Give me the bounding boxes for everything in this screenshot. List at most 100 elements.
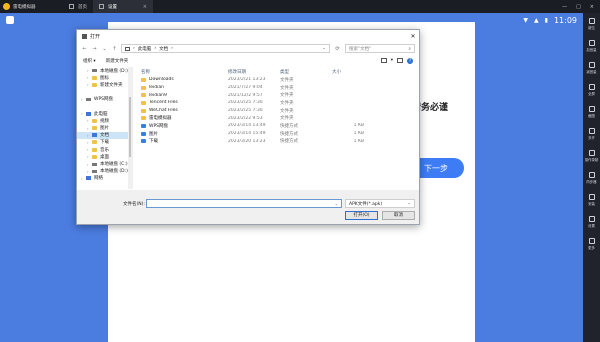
file-date: 2023/3/14 13:49 (228, 123, 266, 129)
sidebar-item[interactable]: 多开 (583, 123, 600, 145)
sidebar-item[interactable]: 同步器 (583, 167, 600, 189)
gear-icon (99, 4, 104, 9)
file-row[interactable]: leidian 2021/7/27 9:04 文件夹 (133, 84, 419, 92)
sidebar-item[interactable]: 设置 (583, 211, 600, 233)
file-row[interactable]: 下载 2023/3/20 13:23 快捷方式 1 KB (133, 138, 419, 146)
nav-item-label: 桌面 (100, 154, 109, 160)
nav-item[interactable]: › 图片 (77, 125, 132, 132)
nav-item[interactable]: › 网络 (77, 175, 132, 182)
close-button[interactable]: × (590, 4, 594, 10)
nav-item[interactable]: › 图标 (77, 74, 132, 81)
tab-home[interactable]: 首页 (63, 0, 93, 13)
up-arrow-icon[interactable]: ↑ (111, 46, 118, 52)
nav-item-label: 文档 (100, 133, 109, 139)
column-size[interactable]: 大小 (332, 69, 372, 75)
new-folder-button[interactable]: 新建文件夹 (106, 58, 129, 64)
sidebar-item-label: 加音量 (586, 48, 597, 52)
maximize-button[interactable]: □ (576, 4, 581, 10)
filename-label: 文件名(N): (123, 202, 145, 207)
nav-scrollbar[interactable] (128, 67, 132, 189)
file-row[interactable]: Downloads 2023/2/21 13:23 文件夹 (133, 76, 419, 84)
file-name: 图片 (149, 131, 158, 137)
forward-arrow-icon[interactable]: → (91, 46, 98, 52)
sidebar-item[interactable]: 截图 (583, 101, 600, 123)
open-button[interactable]: 打开(O) (345, 211, 378, 220)
address-bar[interactable]: › 此电脑 › 文档 › ⌄ (121, 44, 330, 53)
nav-item[interactable]: › 下载 (77, 139, 132, 146)
file-row[interactable]: WPS网盘 2023/3/14 13:49 快捷方式 1 KB (133, 122, 419, 130)
column-name[interactable]: 名称 (133, 69, 228, 75)
search-icon: ⌕ (408, 46, 411, 52)
status-time: 11:09 (553, 15, 577, 25)
nav-item[interactable]: › 本地磁盘 (C:) (77, 160, 132, 168)
breadcrumb-documents[interactable]: 文档 (159, 46, 168, 52)
file-row[interactable]: 图片 2023/3/14 15:49 快捷方式 1 KB (133, 130, 419, 138)
tab-settings[interactable]: 设置 × (93, 0, 153, 13)
nav-item[interactable]: › WPS网盘 (77, 96, 132, 103)
minimize-button[interactable]: — (562, 4, 567, 10)
download-folder-icon (92, 140, 97, 145)
folder-icon (141, 100, 146, 105)
emulator-logo-icon (3, 3, 10, 10)
file-row[interactable]: Tencent Files 2023/2/25 7:30 文件夹 (133, 99, 419, 107)
nav-item[interactable]: › 桌面 (77, 153, 132, 160)
filetype-select[interactable]: APK文件(*.apk) ⌄ (345, 199, 415, 208)
nav-item[interactable]: › 本地磁盘 (D:) (77, 168, 132, 175)
sidebar-item-label: 减音量 (586, 70, 597, 74)
breadcrumb-this-pc[interactable]: 此电脑 (138, 46, 152, 52)
nav-item[interactable]: › 本地磁盘 (D:) (77, 67, 132, 74)
folder-icon (141, 108, 146, 113)
view-dropdown-icon[interactable]: ▾ (391, 58, 393, 63)
shortcut-icon (141, 123, 146, 128)
file-row[interactable]: 雷电模拟器 2023/2/22 9:53 文件夹 (133, 114, 419, 122)
filename-input[interactable]: ⌄ (146, 199, 342, 208)
nav-item[interactable]: › 视频 (77, 117, 132, 124)
dialog-close-button[interactable]: ✕ (407, 33, 419, 40)
file-date: 2023/3/14 15:49 (228, 131, 266, 137)
help-icon[interactable]: ? (407, 57, 413, 64)
nav-item[interactable]: › 新建文件夹 (77, 81, 132, 88)
column-type[interactable]: 类型 (280, 69, 332, 75)
sidebar-item-label: 多开 (588, 136, 595, 140)
file-name-cell: 下载 (133, 138, 228, 144)
file-row[interactable]: leidian9 2021/12/2 9:57 文件夹 (133, 91, 419, 99)
sidebar-item[interactable]: 安装 (583, 189, 600, 211)
filename-dropdown-icon[interactable]: ⌄ (335, 201, 338, 206)
nav-item[interactable]: › 此电脑 (77, 110, 132, 117)
nav-scroll-thumb[interactable] (129, 97, 131, 157)
view-options-icon[interactable] (380, 58, 387, 63)
nav-item[interactable]: › 音乐 (77, 146, 132, 153)
address-row: ← → ⌄ ↑ › 此电脑 › 文档 › ⌄ ⟳ 搜索"文档" ⌕ (77, 42, 419, 55)
column-date[interactable]: 修改日期 (228, 69, 280, 75)
shortcut-icon (141, 139, 146, 144)
back-arrow-icon[interactable]: ← (81, 46, 88, 52)
search-input[interactable]: 搜索"文档" ⌕ (345, 44, 415, 53)
search-placeholder: 搜索"文档" (349, 46, 372, 52)
sidebar-item[interactable]: 键位 (583, 13, 600, 35)
organize-button[interactable]: 组织 ▾ (83, 58, 96, 64)
file-name: Tencent Files (149, 100, 178, 106)
sidebar-item[interactable]: 减音量 (583, 57, 600, 79)
file-name-cell: WPS网盘 (133, 123, 228, 129)
nav-item[interactable]: › 文档 (77, 131, 132, 139)
picture-folder-icon (92, 126, 97, 131)
preview-pane-icon[interactable] (397, 58, 403, 63)
tab-home-label: 首页 (78, 4, 87, 10)
address-dropdown-icon[interactable]: ⌄ (322, 46, 326, 51)
sidebar-item[interactable]: 操作录制 (583, 145, 600, 167)
tab-close-icon[interactable]: × (143, 4, 147, 10)
install-icon (588, 194, 595, 200)
sidebar-item[interactable]: 全屏 (583, 79, 600, 101)
computer-icon (86, 111, 91, 116)
nav-item-label: 网络 (94, 176, 103, 182)
file-row[interactable]: WeChat Files 2023/2/25 7:30 文件夹 (133, 107, 419, 115)
refresh-icon[interactable]: ⟳ (333, 46, 342, 52)
sidebar-item-label: 更多 (588, 246, 595, 250)
recent-chevron-icon[interactable]: ⌄ (101, 46, 108, 52)
sidebar-item[interactable]: 加音量 (583, 35, 600, 57)
nav-item-label: 此电脑 (94, 111, 108, 117)
cancel-button[interactable]: 取消 (382, 211, 415, 220)
more-icon (588, 238, 595, 244)
sidebar-item[interactable]: 更多 (583, 233, 600, 255)
drive-icon (92, 162, 97, 166)
